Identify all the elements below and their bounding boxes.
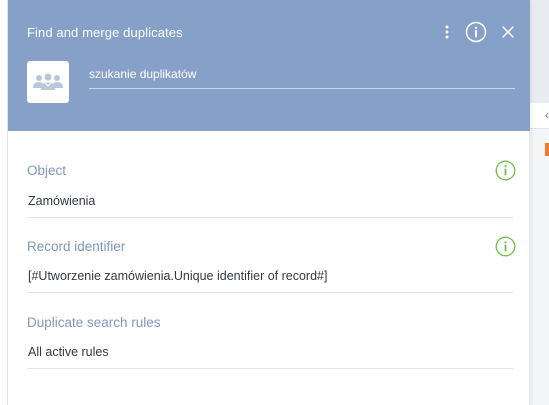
page: ‹ Find and merge duplicates szukanie dup…: [0, 0, 549, 405]
duplicates-panel: Find and merge duplicates szukanie dupli…: [7, 0, 530, 405]
users-group-icon: [33, 73, 63, 90]
record-identifier-field[interactable]: [#Utworzenie zamówienia.Unique identifie…: [27, 267, 513, 293]
chevron-left-icon: ‹: [545, 108, 549, 122]
orange-marker: [545, 143, 549, 156]
background-header-edge: [529, 0, 549, 103]
background-page-edge: ‹: [529, 0, 549, 405]
object-field[interactable]: Zamówienia: [27, 192, 513, 218]
panel-header: Find and merge duplicates szukanie dupli…: [8, 0, 530, 131]
avatar[interactable]: [27, 61, 69, 103]
duplicate-rules-field-value: All active rules: [28, 345, 109, 359]
record-identifier-info-icon[interactable]: [495, 236, 516, 257]
menu-button[interactable]: [437, 21, 457, 43]
info-button[interactable]: [465, 21, 487, 43]
record-identifier-field-value: [#Utworzenie zamówienia.Unique identifie…: [28, 269, 328, 283]
name-input[interactable]: szukanie duplikatów: [89, 63, 515, 89]
object-field-value: Zamówienia: [28, 194, 96, 208]
panel-title: Find and merge duplicates: [27, 25, 183, 40]
record-identifier-label: Record identifier: [27, 239, 126, 254]
object-info-icon[interactable]: [495, 160, 516, 181]
vertical-dots-icon: [445, 25, 449, 39]
close-icon: [502, 26, 514, 38]
info-icon: [465, 21, 487, 43]
duplicate-rules-field[interactable]: All active rules: [27, 343, 513, 369]
close-button[interactable]: [497, 21, 519, 43]
name-input-value: szukanie duplikatów: [89, 67, 197, 81]
object-label: Object: [27, 163, 67, 178]
duplicate-rules-label: Duplicate search rules: [27, 315, 161, 330]
